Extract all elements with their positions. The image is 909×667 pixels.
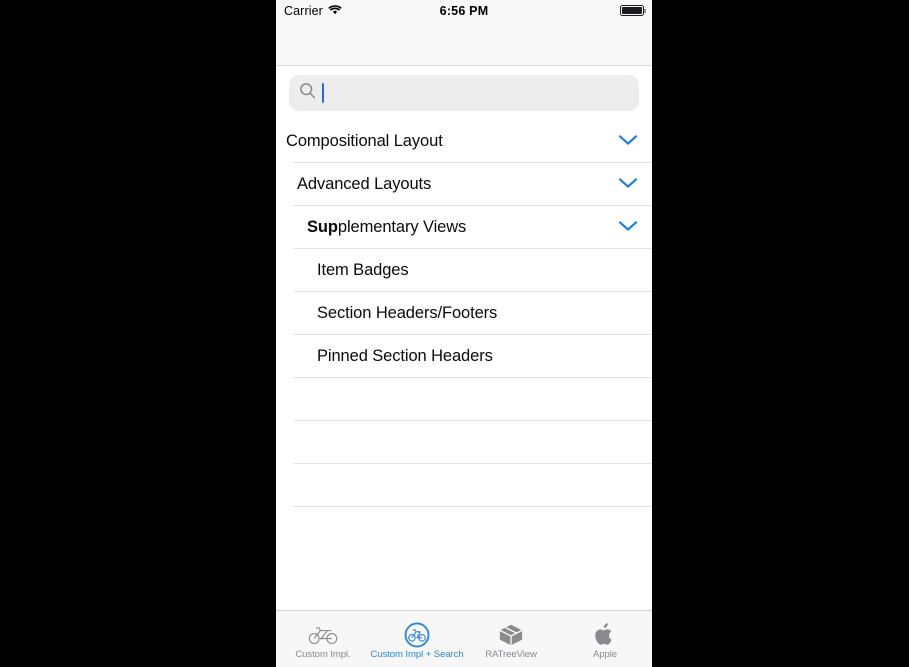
tab-label: Apple [592,649,618,660]
search-icon [299,82,316,104]
empty-row [276,378,652,421]
tree-list[interactable]: Compositional Layout Advanced Layouts Su… [276,120,652,542]
apple-logo-icon [594,621,616,648]
tree-row[interactable]: Item Badges [276,249,652,292]
battery-full-icon [620,5,647,16]
tab-label: Custom Impl. [295,649,351,660]
tab-label: Custom Impl + Search [370,649,464,660]
tree-row-label-rest: Section Headers/Footers [317,304,498,323]
tree-row[interactable]: Pinned Section Headers [276,335,652,378]
tree-row-label-rest: Pinned Section Headers [317,347,493,366]
tree-row-label-highlight: Sup [307,218,338,237]
search-input[interactable] [289,75,639,111]
tree-row-label: Compositional Layout [286,133,443,150]
tree-row[interactable]: Supplementary Views [276,206,652,249]
tab-custom-impl[interactable]: Custom Impl. [276,611,370,667]
status-bar-center: 6:56 PM [276,0,652,21]
tree-row-label: Pinned Section Headers [317,348,493,365]
status-bar: Carrier 6:56 PM [276,0,652,21]
tree-row[interactable]: Advanced Layouts [276,163,652,206]
text-cursor [322,83,324,103]
tab-label: RATreeView [485,649,537,660]
tab-bar: Custom Impl. Custom Impl + Search RATree… [276,610,652,667]
tab-custom-impl-search[interactable]: Custom Impl + Search [370,611,464,667]
tree-row-label-rest: Item Badges [317,261,409,280]
tree-row-label: Item Badges [317,262,409,279]
clock-label: 6:56 PM [439,3,489,18]
empty-row [276,464,652,507]
tree-row-label: Advanced Layouts [297,176,431,193]
status-bar-right [620,0,647,21]
tree-row[interactable]: Section Headers/Footers [276,292,652,335]
bicycle-circle-icon [404,621,430,648]
tree-row-label: Supplementary Views [307,219,466,236]
tree-row-label-rest: Compositional Layout [286,132,443,151]
search-bar-container [276,66,652,120]
tree-row-label-rest: plementary Views [337,218,467,237]
chevron-down-icon[interactable] [618,219,638,237]
bicycle-icon [308,621,338,648]
chevron-down-icon[interactable] [618,176,638,194]
tree-row-label: Section Headers/Footers [317,305,497,322]
tree-row-label-rest: Advanced Layouts [297,175,432,194]
box-icon [498,621,524,648]
empty-row [276,421,652,464]
screenshot-stage: Carrier 6:56 PM Compositional Layout Adv… [0,0,909,667]
ios-simulator-screen: Carrier 6:56 PM Compositional Layout Adv… [276,0,652,667]
empty-row [276,507,652,542]
tree-row[interactable]: Compositional Layout [276,120,652,163]
tab-ratreeview[interactable]: RATreeView [464,611,558,667]
navigation-bar [276,21,652,66]
chevron-down-icon[interactable] [618,133,638,151]
tab-apple[interactable]: Apple [558,611,652,667]
